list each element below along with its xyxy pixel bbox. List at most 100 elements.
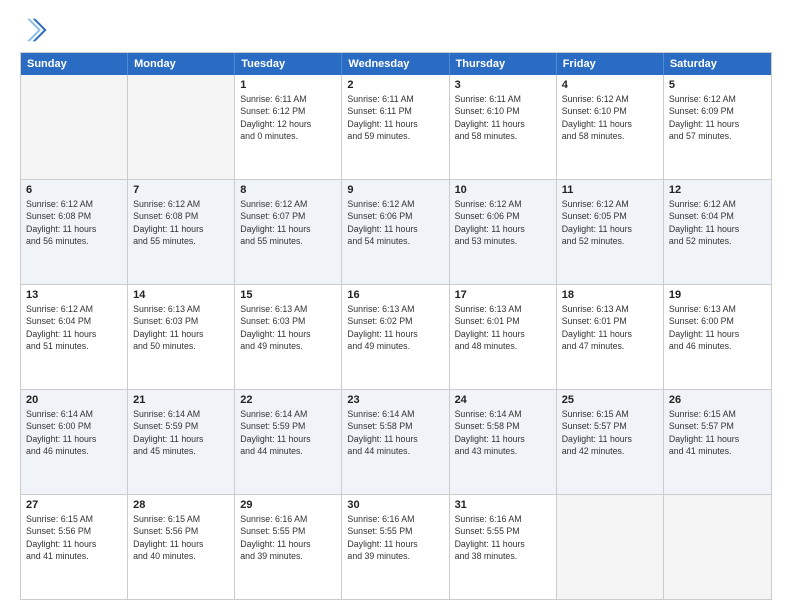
day-cell-15: 15 Sunrise: 6:13 AM Sunset: 6:03 PM Dayli… — [235, 285, 342, 389]
day-number: 6 — [26, 184, 122, 196]
day-cell-1: 1 Sunrise: 6:11 AM Sunset: 6:12 PM Daylig… — [235, 75, 342, 179]
day-cell-28: 28 Sunrise: 6:15 AM Sunset: 5:56 PM Dayli… — [128, 495, 235, 599]
day-number: 14 — [133, 289, 229, 301]
day-cell-19: 19 Sunrise: 6:13 AM Sunset: 6:00 PM Dayli… — [664, 285, 771, 389]
day-number: 10 — [455, 184, 551, 196]
day-info: Sunrise: 6:12 AM Sunset: 6:06 PM Dayligh… — [347, 198, 443, 247]
day-info: Sunrise: 6:14 AM Sunset: 6:00 PM Dayligh… — [26, 408, 122, 457]
day-cell-3: 3Sunrise: 6:11 AM Sunset: 6:10 PM Daylig… — [450, 75, 557, 179]
day-cell-20: 20 Sunrise: 6:14 AM Sunset: 6:00 PM Dayli… — [21, 390, 128, 494]
empty-cell — [21, 75, 128, 179]
logo — [20, 16, 52, 44]
day-info: Sunrise: 6:15 AM Sunset: 5:56 PM Dayligh… — [133, 513, 229, 562]
day-info: Sunrise: 6:14 AM Sunset: 5:59 PM Dayligh… — [133, 408, 229, 457]
day-number: 15 — [240, 289, 336, 301]
week-row-5: 27 Sunrise: 6:15 AM Sunset: 5:56 PM Dayli… — [21, 494, 771, 599]
day-cell-18: 18 Sunrise: 6:13 AM Sunset: 6:01 PM Dayli… — [557, 285, 664, 389]
day-cell-8: 8 Sunrise: 6:12 AM Sunset: 6:07 PM Daylig… — [235, 180, 342, 284]
day-number: 17 — [455, 289, 551, 301]
day-number: 9 — [347, 184, 443, 196]
day-info: Sunrise: 6:13 AM Sunset: 6:02 PM Dayligh… — [347, 303, 443, 352]
calendar-body: 1 Sunrise: 6:11 AM Sunset: 6:12 PM Daylig… — [21, 75, 771, 599]
day-info: Sunrise: 6:13 AM Sunset: 6:03 PM Dayligh… — [133, 303, 229, 352]
day-info: Sunrise: 6:13 AM Sunset: 6:00 PM Dayligh… — [669, 303, 766, 352]
day-number: 22 — [240, 394, 336, 406]
day-info: Sunrise: 6:12 AM Sunset: 6:08 PM Dayligh… — [26, 198, 122, 247]
header-day-tuesday: Tuesday — [235, 53, 342, 75]
day-info: Sunrise: 6:12 AM Sunset: 6:06 PM Dayligh… — [455, 198, 551, 247]
day-cell-2: 2 Sunrise: 6:11 AM Sunset: 6:11 PM Daylig… — [342, 75, 449, 179]
day-info: Sunrise: 6:16 AM Sunset: 5:55 PM Dayligh… — [455, 513, 551, 562]
day-number: 18 — [562, 289, 658, 301]
day-number: 26 — [669, 394, 766, 406]
day-cell-27: 27 Sunrise: 6:15 AM Sunset: 5:56 PM Dayli… — [21, 495, 128, 599]
day-info: Sunrise: 6:11 AM Sunset: 6:12 PM Dayligh… — [240, 93, 336, 142]
day-cell-4: 4Sunrise: 6:12 AM Sunset: 6:10 PM Daylig… — [557, 75, 664, 179]
header-day-wednesday: Wednesday — [342, 53, 449, 75]
week-row-4: 20 Sunrise: 6:14 AM Sunset: 6:00 PM Dayli… — [21, 389, 771, 494]
day-cell-13: 13 Sunrise: 6:12 AM Sunset: 6:04 PM Dayli… — [21, 285, 128, 389]
day-info: Sunrise: 6:14 AM Sunset: 5:58 PM Dayligh… — [347, 408, 443, 457]
day-info: Sunrise: 6:11 AM Sunset: 6:11 PM Dayligh… — [347, 93, 443, 142]
day-info: Sunrise: 6:11 AM Sunset: 6:10 PM Dayligh… — [455, 93, 551, 142]
day-cell-26: 26 Sunrise: 6:15 AM Sunset: 5:57 PM Dayli… — [664, 390, 771, 494]
day-info: Sunrise: 6:12 AM Sunset: 6:08 PM Dayligh… — [133, 198, 229, 247]
week-row-2: 6 Sunrise: 6:12 AM Sunset: 6:08 PM Daylig… — [21, 179, 771, 284]
day-number: 16 — [347, 289, 443, 301]
day-number: 5 — [669, 79, 766, 91]
day-info: Sunrise: 6:15 AM Sunset: 5:56 PM Dayligh… — [26, 513, 122, 562]
week-row-3: 13 Sunrise: 6:12 AM Sunset: 6:04 PM Dayli… — [21, 284, 771, 389]
day-number: 28 — [133, 499, 229, 511]
day-number: 7 — [133, 184, 229, 196]
day-info: Sunrise: 6:15 AM Sunset: 5:57 PM Dayligh… — [562, 408, 658, 457]
week-row-1: 1 Sunrise: 6:11 AM Sunset: 6:12 PM Daylig… — [21, 75, 771, 179]
day-info: Sunrise: 6:15 AM Sunset: 5:57 PM Dayligh… — [669, 408, 766, 457]
day-cell-22: 22Sunrise: 6:14 AM Sunset: 5:59 PM Dayli… — [235, 390, 342, 494]
day-cell-29: 29Sunrise: 6:16 AM Sunset: 5:55 PM Dayli… — [235, 495, 342, 599]
day-number: 12 — [669, 184, 766, 196]
day-number: 13 — [26, 289, 122, 301]
day-cell-21: 21 Sunrise: 6:14 AM Sunset: 5:59 PM Dayli… — [128, 390, 235, 494]
day-info: Sunrise: 6:13 AM Sunset: 6:01 PM Dayligh… — [562, 303, 658, 352]
calendar: SundayMondayTuesdayWednesdayThursdayFrid… — [20, 52, 772, 600]
day-cell-23: 23Sunrise: 6:14 AM Sunset: 5:58 PM Dayli… — [342, 390, 449, 494]
day-info: Sunrise: 6:12 AM Sunset: 6:09 PM Dayligh… — [669, 93, 766, 142]
day-number: 27 — [26, 499, 122, 511]
day-cell-6: 6 Sunrise: 6:12 AM Sunset: 6:08 PM Daylig… — [21, 180, 128, 284]
empty-cell — [664, 495, 771, 599]
day-info: Sunrise: 6:16 AM Sunset: 5:55 PM Dayligh… — [240, 513, 336, 562]
header-day-thursday: Thursday — [450, 53, 557, 75]
day-cell-17: 17Sunrise: 6:13 AM Sunset: 6:01 PM Dayli… — [450, 285, 557, 389]
day-number: 8 — [240, 184, 336, 196]
calendar-header: SundayMondayTuesdayWednesdayThursdayFrid… — [21, 53, 771, 75]
day-number: 1 — [240, 79, 336, 91]
day-number: 2 — [347, 79, 443, 91]
day-info: Sunrise: 6:12 AM Sunset: 6:04 PM Dayligh… — [26, 303, 122, 352]
day-cell-7: 7 Sunrise: 6:12 AM Sunset: 6:08 PM Daylig… — [128, 180, 235, 284]
header-day-sunday: Sunday — [21, 53, 128, 75]
day-cell-31: 31 Sunrise: 6:16 AM Sunset: 5:55 PM Dayli… — [450, 495, 557, 599]
logo-icon — [20, 16, 48, 44]
day-number: 25 — [562, 394, 658, 406]
day-number: 11 — [562, 184, 658, 196]
day-number: 20 — [26, 394, 122, 406]
day-info: Sunrise: 6:12 AM Sunset: 6:04 PM Dayligh… — [669, 198, 766, 247]
day-number: 30 — [347, 499, 443, 511]
day-number: 21 — [133, 394, 229, 406]
day-info: Sunrise: 6:12 AM Sunset: 6:10 PM Dayligh… — [562, 93, 658, 142]
day-cell-5: 5 Sunrise: 6:12 AM Sunset: 6:09 PM Daylig… — [664, 75, 771, 179]
day-cell-30: 30 Sunrise: 6:16 AM Sunset: 5:55 PM Dayli… — [342, 495, 449, 599]
day-info: Sunrise: 6:12 AM Sunset: 6:07 PM Dayligh… — [240, 198, 336, 247]
header — [20, 16, 772, 44]
day-cell-24: 24 Sunrise: 6:14 AM Sunset: 5:58 PM Dayli… — [450, 390, 557, 494]
day-number: 19 — [669, 289, 766, 301]
day-cell-12: 12 Sunrise: 6:12 AM Sunset: 6:04 PM Dayli… — [664, 180, 771, 284]
day-info: Sunrise: 6:14 AM Sunset: 5:58 PM Dayligh… — [455, 408, 551, 457]
day-number: 24 — [455, 394, 551, 406]
day-number: 31 — [455, 499, 551, 511]
day-info: Sunrise: 6:16 AM Sunset: 5:55 PM Dayligh… — [347, 513, 443, 562]
day-info: Sunrise: 6:13 AM Sunset: 6:03 PM Dayligh… — [240, 303, 336, 352]
empty-cell — [128, 75, 235, 179]
day-cell-11: 11Sunrise: 6:12 AM Sunset: 6:05 PM Dayli… — [557, 180, 664, 284]
day-cell-16: 16 Sunrise: 6:13 AM Sunset: 6:02 PM Dayli… — [342, 285, 449, 389]
